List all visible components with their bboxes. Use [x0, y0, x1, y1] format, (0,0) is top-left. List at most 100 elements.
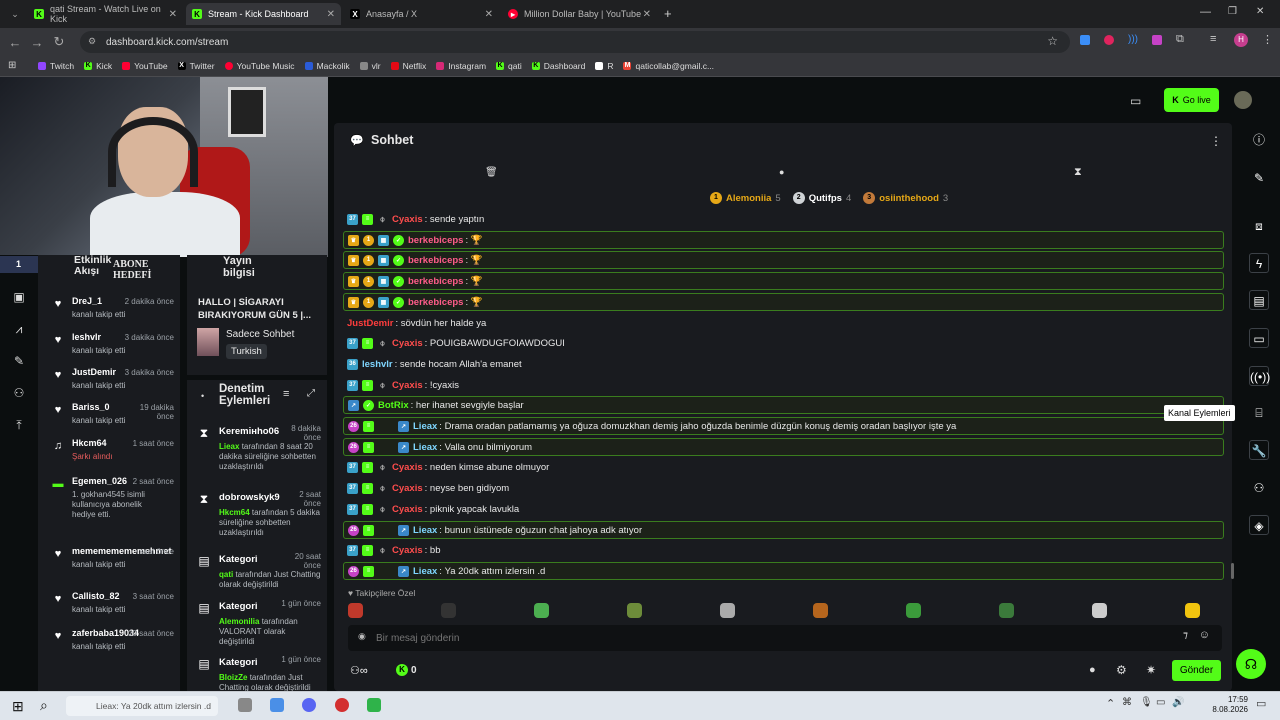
taskbar-window-preview[interactable]: Lieax: Ya 20dk attım izlersin .d	[66, 696, 218, 716]
close-icon[interactable]: ✕	[169, 9, 177, 20]
chat-username[interactable]: Cyaxis	[392, 462, 423, 473]
chat-username[interactable]: Lieax	[413, 525, 437, 536]
chat-username[interactable]: berkebiceps	[408, 297, 463, 308]
emote-icon[interactable]	[1092, 603, 1107, 618]
chat-message[interactable]: 37 ≡ ⌽ Cyaxis: piknik yapcak lavukla	[343, 500, 1224, 518]
chat-username[interactable]: berkebiceps	[408, 255, 463, 266]
bookmark-instagram[interactable]: Instagram	[436, 61, 486, 71]
leaderboard-entry[interactable]: 2 Qutifps 4	[792, 192, 851, 204]
apps-grid-icon[interactable]: ⊞	[8, 60, 16, 71]
forward-icon[interactable]: →	[26, 31, 48, 53]
chat-message[interactable]: 36 leshvlr: sende hocam Allah'a emanet	[343, 355, 1224, 373]
community-icon[interactable]: ⚇	[1249, 478, 1269, 498]
pencil-icon[interactable]: ✎	[1249, 168, 1269, 188]
chat-message[interactable]: 37 ≡ ⌽ Cyaxis: neyse ben gidiyom	[343, 479, 1224, 497]
chat-username[interactable]: Lieax	[413, 421, 437, 432]
extension-icon[interactable]	[1104, 35, 1114, 45]
go-live-button[interactable]: K Go live	[1164, 88, 1219, 112]
chat-message[interactable]: ♛ 1 ▦ ✓ berkebiceps: 🏆	[343, 272, 1224, 290]
notifications-icon[interactable]: ▭	[1256, 697, 1266, 710]
chat-message[interactable]: 37 ≡ ⌽ Cyaxis: sende yaptın	[343, 210, 1224, 228]
bookmark-twitter[interactable]: X Twitter	[177, 61, 215, 71]
activity-item[interactable]: ♫ Hkcm64 1 saat önce Şarkı alındı	[38, 438, 180, 470]
popout-icon[interactable]: ⤢	[307, 388, 315, 399]
chat-message[interactable]: 37 ≡ ⌽ Cyaxis: POUIGBAWDUGFOIAWDOGUI	[343, 334, 1224, 352]
wrench-icon[interactable]: ✎	[11, 354, 27, 370]
chat-message[interactable]: 37 ≡ ⌽ Cyaxis: !cyaxis	[343, 376, 1224, 394]
chat-scrollbar[interactable]	[1231, 563, 1234, 579]
restore-icon[interactable]: ❐	[1228, 6, 1237, 17]
bookmark-netflix[interactable]: Netflix	[390, 61, 426, 71]
leaderboard-entry[interactable]: 1 Alemoniia 5	[710, 192, 781, 204]
app-icon[interactable]	[367, 698, 381, 712]
back-icon[interactable]: ←	[4, 31, 26, 53]
browser-tab-1[interactable]: K Stream - Kick Dashboard ✕	[186, 3, 341, 25]
activity-item[interactable]: ♥ leshvlr 3 dakika önce kanalı takip etti	[38, 332, 180, 364]
chat-input-box[interactable]: ◉ ⁊ ☺	[348, 625, 1222, 651]
wrench-icon[interactable]: 🔧	[1249, 440, 1269, 460]
tray-app-icon[interactable]: ⌘	[1122, 697, 1132, 708]
emote-icon[interactable]	[627, 603, 642, 618]
new-tab-icon[interactable]: +	[664, 6, 672, 21]
channel-actions-icon[interactable]: ⌸	[1249, 403, 1269, 423]
reading-list-icon[interactable]: ≡	[1210, 33, 1216, 45]
filter-icon[interactable]: ≡	[283, 388, 289, 400]
bookmark-qati[interactable]: Kqati	[496, 61, 522, 71]
settings-icon[interactable]	[238, 698, 252, 712]
chat-filter-icon[interactable]: ●	[779, 167, 784, 177]
activity-item[interactable]: ♥ Bariss_0 19 dakika önce kanalı takip etti	[38, 402, 180, 434]
emote-7tv-icon[interactable]: ⁊	[1183, 630, 1188, 641]
bookmark-dashboard[interactable]: K Dashboard	[531, 61, 585, 71]
bookmark-star-icon[interactable]: ☆	[1047, 34, 1058, 48]
bookmark-twitch[interactable]: Twitch	[38, 61, 74, 71]
emote-icon[interactable]	[999, 603, 1014, 618]
chat-username[interactable]: berkebiceps	[408, 235, 463, 246]
bookmark-vlr[interactable]: vlr	[359, 61, 381, 71]
emote-icon[interactable]	[906, 603, 921, 618]
clip-icon[interactable]: ⧈	[1249, 216, 1269, 236]
browser-tab-0[interactable]: K qati Stream - Watch Live on Kick ✕	[28, 3, 183, 25]
help-headset-icon[interactable]: ☊	[1236, 649, 1266, 679]
chat-menu-icon[interactable]: ⋮	[1210, 134, 1222, 148]
search-icon[interactable]: ⌕	[40, 697, 48, 714]
chat-message[interactable]: ↗ ✓ BotRix: her ihanet sevgiyle başlar	[343, 396, 1224, 414]
community-icon[interactable]: ⚇	[11, 386, 27, 402]
activity-item[interactable]: ♥ JustDemir 3 dakika önce kanalı takip etti	[38, 367, 180, 399]
activity-item[interactable]: ♥ zaferbaba19034 20 saat önce kanalı takip …	[38, 628, 180, 660]
emote-icon[interactable]	[348, 603, 363, 618]
bookmark-kick[interactable]: K Kick	[84, 61, 112, 71]
chat-message[interactable]: ♛ 1 ▦ ✓ berkebiceps: 🏆	[343, 293, 1224, 311]
moderation-item[interactable]: ▤ Kategori 20 saat önce qati tarafından Jus…	[187, 552, 327, 596]
bookmark-r[interactable]: R	[595, 61, 613, 71]
send-button[interactable]: Gönder	[1172, 660, 1221, 681]
close-icon[interactable]: ✕	[327, 9, 335, 20]
chat-username[interactable]: JustDemir	[347, 318, 393, 329]
trash-icon[interactable]: 🗑	[485, 167, 498, 178]
tab-search-icon[interactable]: ⌄	[4, 3, 26, 25]
app-icon[interactable]	[270, 698, 284, 712]
network-icon[interactable]: ▭	[1156, 697, 1165, 708]
user-avatar[interactable]	[1234, 91, 1252, 109]
info-icon[interactable]: ⓘ	[1249, 130, 1269, 150]
extension-icon[interactable]	[1152, 35, 1162, 45]
chat-username[interactable]: Lieax	[413, 442, 437, 453]
bookmark-mackolik[interactable]: Mackolik	[304, 61, 350, 71]
reload-icon[interactable]: ↻	[48, 31, 70, 53]
chat-username[interactable]: leshvlr	[362, 359, 393, 370]
extension-icon[interactable]	[1080, 35, 1090, 45]
tag-icon[interactable]: ◈	[1249, 515, 1269, 535]
chat-bubble-icon[interactable]: ●	[1089, 664, 1096, 676]
chat-icon[interactable]: ▭	[1249, 328, 1269, 348]
chat-username[interactable]: Cyaxis	[392, 545, 423, 556]
stream-icon[interactable]: ▣	[11, 290, 27, 306]
url-field[interactable]: ⚙ dashboard.kick.com/stream ☆	[80, 31, 1070, 53]
chat-username[interactable]: BotRix	[378, 400, 409, 411]
microphone-icon[interactable]: 🎙	[1140, 697, 1153, 708]
badge-gear-icon[interactable]: ✷	[1146, 663, 1156, 677]
activity-item[interactable]: ♥ memememememehmet saat önce kanalı takip e…	[38, 546, 180, 578]
chat-message[interactable]: JustDemir: sövdün her halde ya	[343, 314, 1224, 332]
menu-kebab-icon[interactable]: ⋮	[1262, 33, 1273, 46]
moderation-item[interactable]: ⧗ Keremінho06 8 dakika önce Lieax tarafında…	[187, 424, 327, 471]
document-icon[interactable]: ▤	[1249, 290, 1269, 310]
chat-message[interactable]: ♛ 1 ▦ ✓ berkebiceps: 🏆	[343, 251, 1224, 269]
